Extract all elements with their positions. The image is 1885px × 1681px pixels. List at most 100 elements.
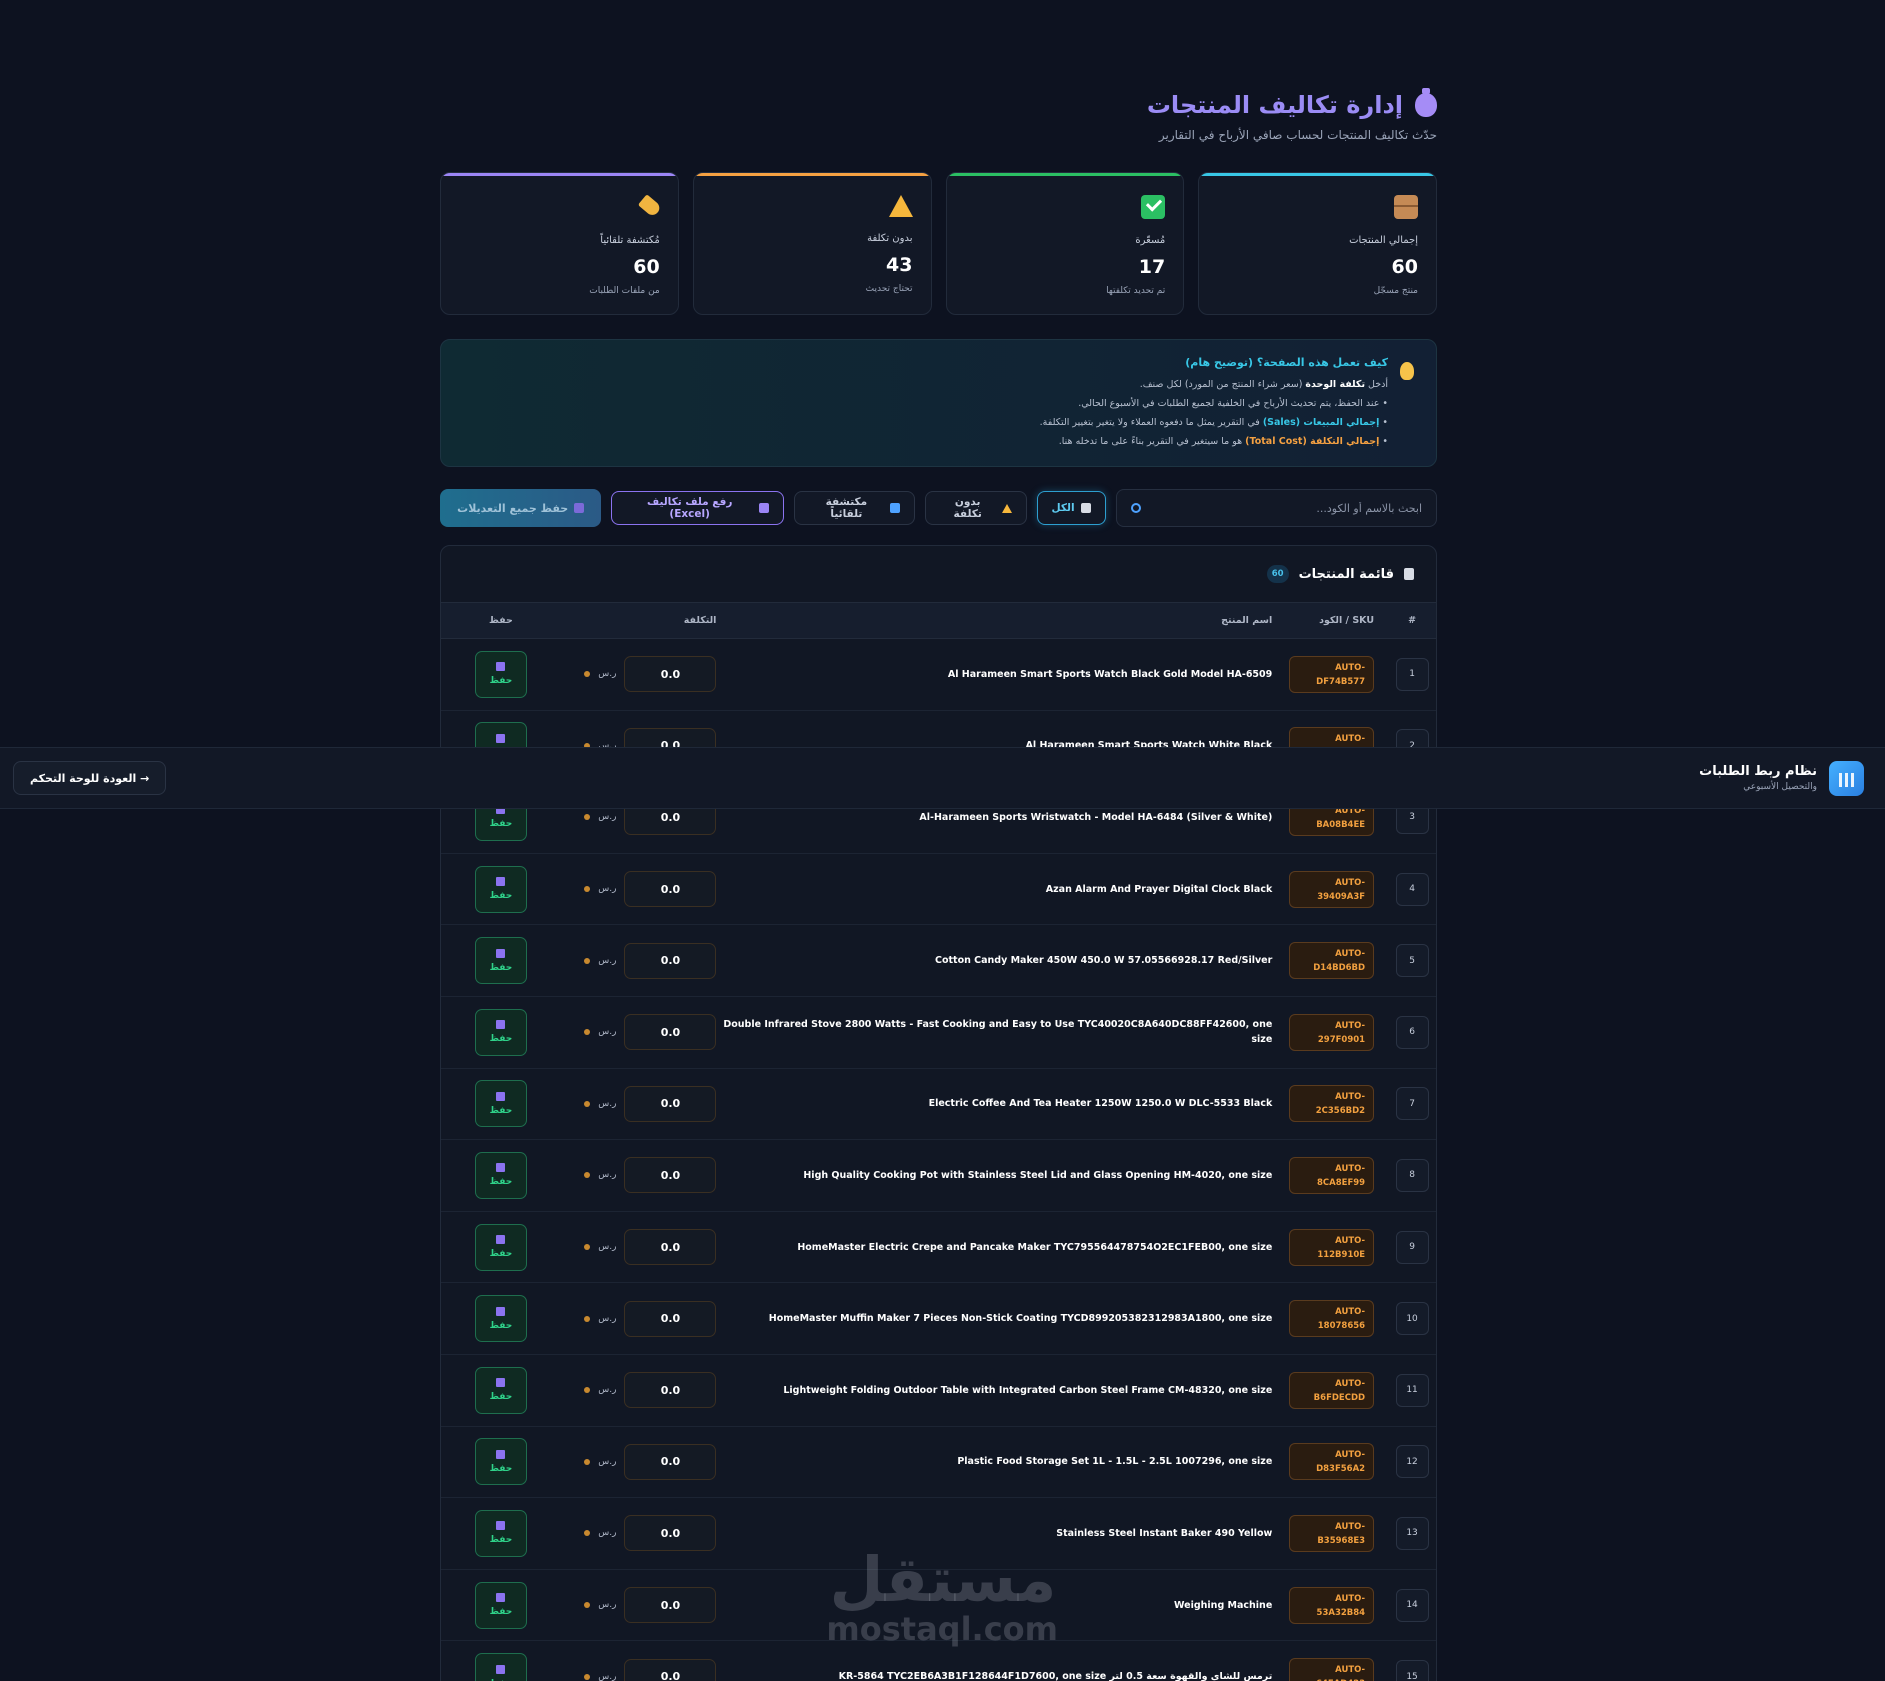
status-dot [584,886,591,893]
stat-card: بدون تكلفة 43 تحتاج تحديث [692,172,932,315]
stat-label: إجمالي المنتجات [1349,235,1418,246]
col-cost: التكلفة [683,615,717,626]
row-save-button[interactable]: حفظ [474,1008,527,1056]
filter-auto-button[interactable]: مكتشفة تلقائياً [793,491,915,525]
cost-input[interactable] [624,1085,717,1122]
row-number: 6 [1395,1015,1429,1049]
row-save-button[interactable]: حفظ [474,1295,527,1343]
status-dot [584,814,591,821]
status-dot [584,671,591,678]
cost-input[interactable] [624,1229,717,1266]
row-save-button[interactable]: حفظ [474,1653,527,1681]
stat-label: بدون تكلفة [867,233,913,244]
status-dot [584,1458,591,1465]
currency-label: ر.س [598,1170,617,1181]
info-box: كيف تعمل هذه الصفحة؟ (توضيح هام) أدخل تك… [440,339,1437,467]
status-dot [584,1244,591,1251]
count-badge: 60 [1266,565,1289,583]
save-all-button[interactable]: حفظ جميع التعديلات [440,489,602,527]
info-line-4: • إجمالي التكلفة (Total Cost) هو ما سيتغ… [1058,436,1388,447]
money-bag-icon [1415,88,1437,117]
floppy-disk-icon [496,877,506,887]
products-table-card: قائمة المنتجات 60 # SKU / الكود اسم المن… [440,545,1437,1681]
cost-input[interactable] [624,942,717,979]
cost-input[interactable] [624,656,717,693]
sku-badge: AUTO-18078656 [1289,1300,1375,1338]
brand-subtitle: والتحصيل الأسبوعي [1743,782,1817,792]
row-save-button[interactable]: حفظ [474,1366,527,1414]
cost-input[interactable] [624,1300,717,1337]
currency-label: ر.س [598,1456,617,1467]
search-input[interactable] [1148,501,1422,515]
row-save-button[interactable]: حفظ [474,1080,527,1128]
col-sku: SKU / الكود [1319,615,1375,626]
row-save-button[interactable]: حفظ [474,937,527,985]
table-row: 7 AUTO-2C356BD2 Electric Coffee And Tea He… [441,1069,1436,1141]
cost-input[interactable] [624,1372,717,1409]
row-save-button[interactable]: حفظ [474,1223,527,1271]
floppy-disk-icon [496,1378,506,1388]
floppy-disk-icon [496,1163,506,1173]
brand: نظام ربط الطلبات والتحصيل الأسبوعي [1699,760,1864,796]
floppy-disk-icon [574,503,585,513]
row-number: 1 [1395,657,1429,691]
box-icon [1394,195,1418,219]
floppy-disk-icon [496,1020,506,1030]
table-row: 13 AUTO-B35968E3 Stainless Steel Instant B… [441,1498,1436,1570]
product-name: Plastic Food Storage Set 1L - 1.5L - 2.5… [957,1456,1273,1468]
cost-input[interactable] [624,1443,717,1480]
upload-excel-button[interactable]: رفع ملف تكاليف (Excel) [611,491,784,525]
product-name: Cotton Candy Maker 450W 450.0 W 57.05566… [934,955,1273,967]
row-save-button[interactable]: حفظ [474,1151,527,1199]
row-save-button[interactable]: حفظ [474,1581,527,1629]
info-line-1: أدخل تكلفة الوحدة (سعر شراء المنتج من ال… [1139,379,1388,390]
product-name: High Quality Cooking Pot with Stainless … [803,1169,1273,1181]
floppy-disk-icon [496,662,506,672]
sku-badge: AUTO-297F0901 [1289,1013,1375,1051]
row-number: 11 [1395,1373,1429,1407]
currency-label: ر.س [598,1027,617,1038]
col-save: حفظ [488,615,513,626]
product-name: Al Harameen Smart Sports Watch Black Gol… [947,668,1273,680]
page-subtitle: حدّث تكاليف المنتجات لحساب صافي الأرباح … [1158,128,1437,142]
filter-all-button[interactable]: الكل [1036,491,1106,525]
cost-input[interactable] [624,871,717,908]
status-dot [584,957,591,964]
stat-card: مُكتشفة تلقائياً 60 من ملفات الطلبات [440,172,679,315]
row-save-button[interactable]: حفظ [474,865,527,913]
row-save-button[interactable]: حفظ [474,650,527,698]
floppy-disk-icon [496,1235,506,1245]
back-to-dashboard-button[interactable]: → العودة للوحة التحكم [13,761,167,795]
cost-input[interactable] [624,1157,717,1194]
search-box[interactable] [1115,489,1437,527]
currency-label: ر.س [598,1313,617,1324]
currency-label: ر.س [598,1528,617,1539]
info-line-2: • عند الحفظ، يتم تحديث الأرباح في الخلفي… [1078,398,1388,409]
table-header: قائمة المنتجات 60 [441,546,1436,603]
filter-no-cost-button[interactable]: بدون تكلفة [924,491,1027,525]
row-save-button[interactable]: حفظ [474,1509,527,1557]
status-dot [584,1530,591,1537]
product-name: Lightweight Folding Outdoor Table with I… [783,1384,1273,1396]
table-row: 11 AUTO-B6FDECDD Lightweight Folding Outdo… [441,1355,1436,1427]
status-dot [584,1387,591,1394]
warning-icon [888,195,913,217]
product-name: Double Infrared Stove 2800 Watts - Fast … [723,1019,1273,1046]
cost-input[interactable] [624,1014,717,1051]
status-dot [584,1172,591,1179]
brand-text: نظام ربط الطلبات والتحصيل الأسبوعي [1699,764,1817,792]
row-number: 7 [1395,1087,1429,1121]
table-row: 15 AUTO-64EAD423 ترمس للشاي والقهوة سعة 0.… [441,1641,1436,1681]
toolbar: الكل بدون تكلفة مكتشفة تلقائياً رفع ملف … [440,489,1437,527]
brand-title: نظام ربط الطلبات [1699,764,1817,779]
row-number: 12 [1395,1445,1429,1479]
stat-note: تم تحديد تكلفتها [1106,286,1166,296]
page-header: إدارة تكاليف المنتجات حدّث تكاليف المنتج… [440,88,1437,142]
clipboard-icon [1080,503,1091,513]
currency-label: ر.س [598,1242,617,1253]
row-save-button[interactable]: حفظ [474,1438,527,1486]
product-name: Al-Harameen Sports Wristwatch - Model HA… [919,811,1273,823]
cost-input[interactable] [624,1515,717,1552]
cost-input[interactable] [624,1587,717,1624]
cost-input[interactable] [624,1658,717,1681]
